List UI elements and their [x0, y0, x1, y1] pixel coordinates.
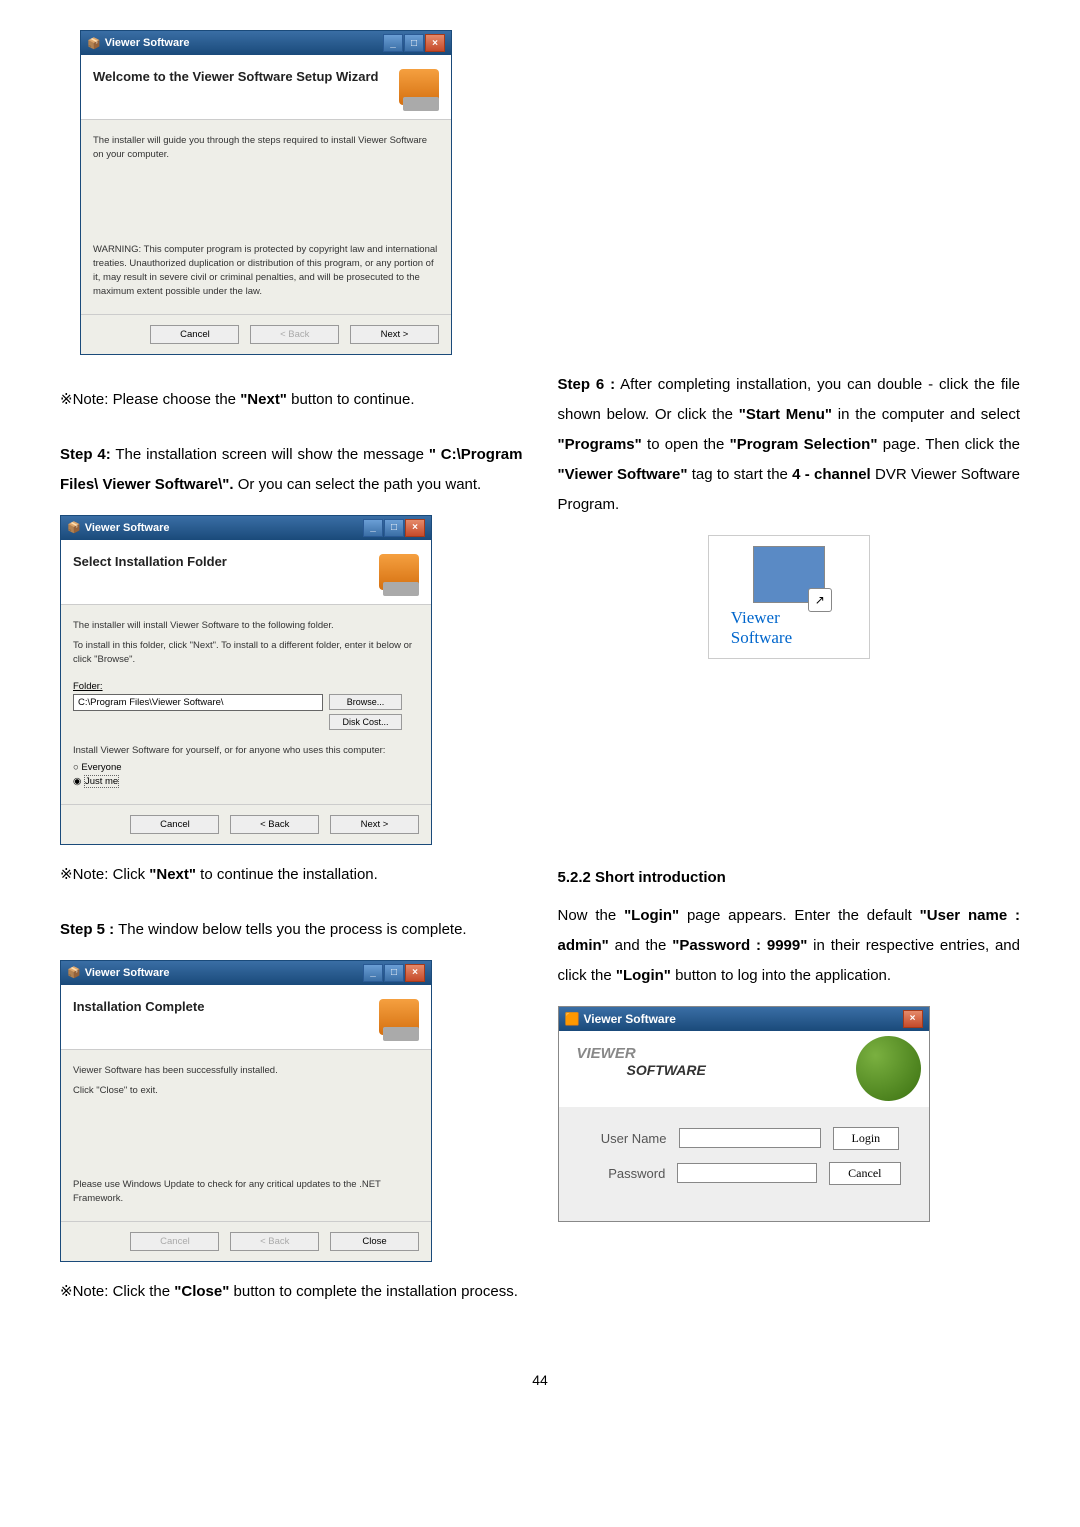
- back-button: < Back: [230, 1232, 319, 1251]
- installer-title: Welcome to the Viewer Software Setup Wiz…: [93, 69, 378, 86]
- scope-text: Install Viewer Software for yourself, or…: [73, 744, 419, 758]
- window-title: Viewer Software: [85, 522, 170, 534]
- next-button[interactable]: Next >: [350, 325, 439, 344]
- note2-text: ※Note: Click "Next" to continue the inst…: [60, 860, 523, 890]
- shortcut-label-2: Software: [719, 628, 859, 648]
- login-intro-text: Now the "Login" page appears. Enter the …: [558, 901, 1021, 991]
- step5-text: Step 5 : The window below tells you the …: [60, 915, 523, 945]
- window-title: Viewer Software: [85, 967, 170, 979]
- titlebar: 📦 Viewer Software _ □ ×: [61, 961, 431, 985]
- cancel-login-button[interactable]: Cancel: [829, 1162, 900, 1185]
- close-button[interactable]: ×: [405, 519, 425, 537]
- installer-complete-window: 📦 Viewer Software _ □ × Installation Comp…: [60, 960, 432, 1262]
- folder-text1: The installer will install Viewer Softwa…: [73, 619, 419, 633]
- folder-text2: To install in this folder, click "Next".…: [73, 639, 419, 668]
- back-button[interactable]: < Back: [230, 815, 319, 834]
- box-icon: [379, 554, 419, 590]
- folder-label: Folder:: [73, 681, 103, 692]
- box-icon: [379, 999, 419, 1035]
- complete-text1: Viewer Software has been successfully in…: [73, 1064, 419, 1078]
- cancel-button[interactable]: Cancel: [130, 815, 219, 834]
- password-label: Password: [587, 1166, 666, 1181]
- maximize-button[interactable]: □: [404, 34, 424, 52]
- page-number: 44: [60, 1372, 1020, 1388]
- cancel-button[interactable]: Cancel: [150, 325, 239, 344]
- installer-header: Installation Complete: [61, 985, 431, 1050]
- minimize-button[interactable]: _: [363, 964, 383, 982]
- window-icon: 📦: [87, 37, 101, 50]
- window-title: Viewer Software: [105, 37, 190, 49]
- complete-text3: Please use Windows Update to check for a…: [73, 1178, 419, 1207]
- window-icon: 📦: [67, 521, 81, 534]
- window-icon: 📦: [67, 966, 81, 979]
- disk-cost-button[interactable]: Disk Cost...: [329, 714, 402, 730]
- note-text: ※Note: Please choose the "Next" button t…: [60, 385, 523, 415]
- step6-text: Step 6 : After completing installation, …: [558, 370, 1021, 520]
- note3-text: ※Note: Click the "Close" button to compl…: [60, 1277, 523, 1307]
- username-label: User Name: [587, 1131, 667, 1146]
- login-window-title: Viewer Software: [583, 1012, 675, 1026]
- password-input[interactable]: [677, 1163, 817, 1183]
- maximize-button[interactable]: □: [384, 964, 404, 982]
- minimize-button[interactable]: _: [383, 34, 403, 52]
- shortcut-icon: [753, 546, 825, 603]
- installer-footer: Cancel < Back Next >: [61, 804, 431, 844]
- radio-everyone[interactable]: ○ Everyone: [73, 762, 419, 773]
- shortcut-label-1: Viewer: [719, 608, 859, 628]
- installer-welcome-window: 📦 Viewer Software _ □ × Welcome to the Vi…: [80, 30, 452, 355]
- login-titlebar: 🟧 Viewer Software ×: [559, 1007, 929, 1031]
- installer-header: Select Installation Folder: [61, 540, 431, 605]
- login-button[interactable]: Login: [833, 1127, 900, 1150]
- installer-body: The installer will install Viewer Softwa…: [61, 605, 431, 804]
- titlebar: 📦 Viewer Software _ □ ×: [61, 516, 431, 540]
- username-input[interactable]: [679, 1128, 821, 1148]
- login-banner: VIEWER SOFTWARE: [559, 1031, 929, 1107]
- login-form: User Name Login Password Cancel: [559, 1107, 929, 1221]
- window-icon: 🟧: [565, 1012, 580, 1026]
- installer-footer: Cancel < Back Next >: [81, 314, 451, 354]
- back-button: < Back: [250, 325, 339, 344]
- minimize-button[interactable]: _: [363, 519, 383, 537]
- installer-footer: Cancel < Back Close: [61, 1221, 431, 1261]
- globe-icon: [856, 1036, 921, 1101]
- close-button[interactable]: ×: [903, 1010, 923, 1028]
- viewer-shortcut[interactable]: Viewer Software: [708, 535, 870, 659]
- installer-body: The installer will guide you through the…: [81, 120, 451, 314]
- warning-text: WARNING: This computer program is protec…: [93, 243, 439, 300]
- installer-title: Installation Complete: [73, 999, 204, 1016]
- login-window: 🟧 Viewer Software × VIEWER SOFTWARE User…: [558, 1006, 930, 1222]
- box-icon: [399, 69, 439, 105]
- maximize-button[interactable]: □: [384, 519, 404, 537]
- note-prefix: ※Note:: [60, 391, 108, 408]
- installer-header: Welcome to the Viewer Software Setup Wiz…: [81, 55, 451, 120]
- browse-button[interactable]: Browse...: [329, 694, 402, 710]
- radio-justme[interactable]: ◉ Just me: [73, 776, 419, 787]
- close-button[interactable]: ×: [425, 34, 445, 52]
- folder-input[interactable]: C:\Program Files\Viewer Software\: [73, 694, 323, 711]
- cancel-button: Cancel: [130, 1232, 219, 1251]
- close-button[interactable]: ×: [405, 964, 425, 982]
- installer-title: Select Installation Folder: [73, 554, 227, 571]
- close-button-action[interactable]: Close: [330, 1232, 419, 1251]
- complete-text2: Click "Close" to exit.: [73, 1084, 419, 1098]
- titlebar: 📦 Viewer Software _ □ ×: [81, 31, 451, 55]
- section-heading: 5.2.2 Short introduction: [558, 869, 1021, 886]
- installer-body: Viewer Software has been successfully in…: [61, 1050, 431, 1221]
- next-button[interactable]: Next >: [330, 815, 419, 834]
- step4-text: Step 4: The installation screen will sho…: [60, 440, 523, 500]
- intro-text: The installer will guide you through the…: [93, 134, 439, 163]
- installer-folder-window: 📦 Viewer Software _ □ × Select Installati…: [60, 515, 432, 845]
